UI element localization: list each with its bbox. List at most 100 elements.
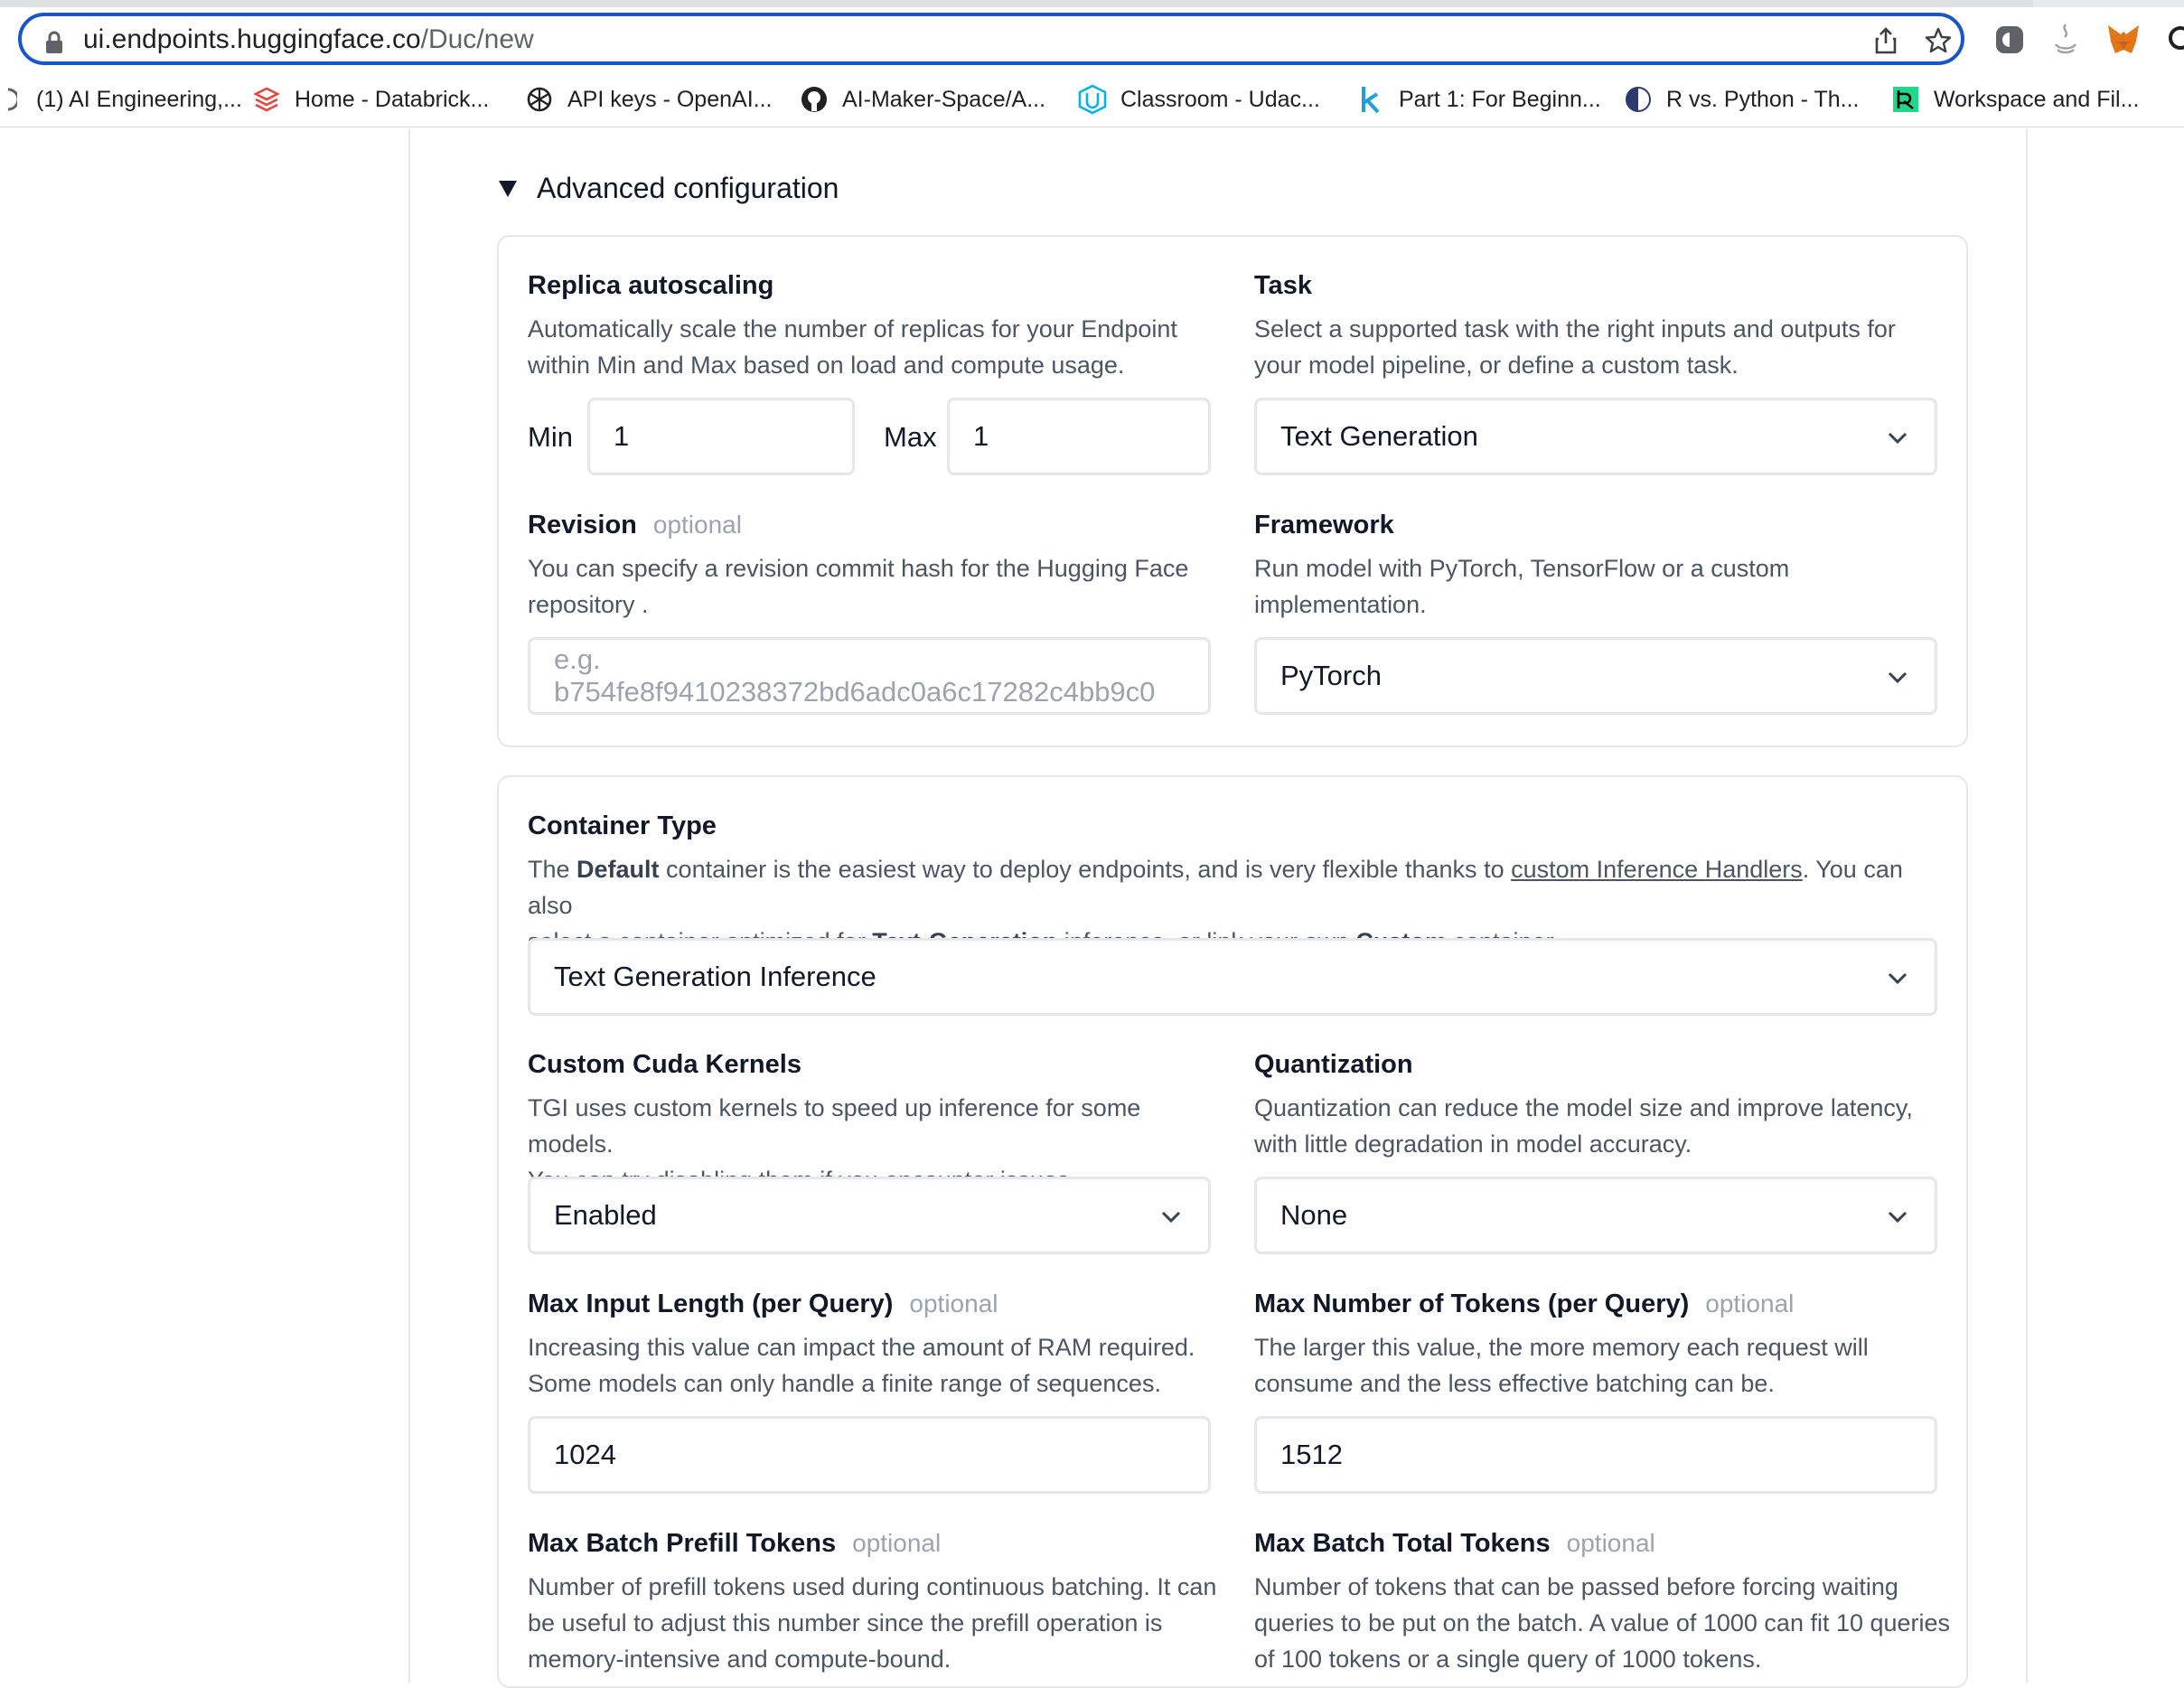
max-label: Max	[884, 421, 937, 453]
bookmark-item[interactable]: (1) AI Engineering,...	[0, 83, 242, 116]
max-number-of-tokens-description: The larger this value, the more memory e…	[1254, 1329, 1959, 1402]
max-number-of-tokens-label-text: Max Number of Tokens (per Query)	[1254, 1289, 1690, 1318]
desc-text: container is the easiest way to deploy e…	[659, 856, 1512, 883]
task-label: Task	[1254, 271, 1312, 300]
max-input-length-label-text: Max Input Length (per Query)	[528, 1289, 894, 1318]
bookmark-label: Part 1: For Beginn...	[1399, 86, 1601, 112]
k-icon	[1355, 84, 1386, 115]
optional-tag: optional	[1705, 1289, 1795, 1318]
desc-line: The Default container is the easiest way…	[528, 851, 1946, 924]
desc-line: consume and the less effective batching …	[1254, 1370, 1775, 1397]
chevron-down-icon	[1161, 1211, 1181, 1224]
url-host: ui.endpoints.huggingface.co	[83, 24, 421, 54]
framework-field: Framework Run model with PyTorch, Tensor…	[1254, 509, 1941, 623]
revision-description: You can specify a revision commit hash f…	[528, 550, 1233, 623]
max-batch-prefill-tokens-field: Max Batch Prefill Tokens optional Number …	[528, 1527, 1242, 1677]
max-input-length-label: Max Input Length (per Query) optional	[528, 1288, 1233, 1320]
desc-line: Number of prefill tokens used during con…	[528, 1573, 1217, 1600]
udacity-icon	[1077, 84, 1108, 115]
advanced-configuration-toggle[interactable]: Advanced configuration	[499, 172, 839, 205]
desc-line: The larger this value, the more memory e…	[1254, 1334, 1869, 1361]
max-batch-total-tokens-label-text: Max Batch Total Tokens	[1254, 1529, 1551, 1558]
container-type-label: Container Type	[528, 811, 717, 840]
container-type-selected-value: Text Generation Inference	[554, 961, 876, 992]
desc-line: Increasing this value can impact the amo…	[528, 1334, 1195, 1361]
workspace-icon	[1890, 84, 1921, 115]
max-input-length-description: Increasing this value can impact the amo…	[528, 1329, 1233, 1402]
desc-bold: Default	[576, 856, 660, 883]
extension-icon[interactable]	[1992, 22, 2028, 58]
metamask-icon[interactable]	[2105, 22, 2142, 58]
desc-line: with little degradation in model accurac…	[1254, 1130, 1692, 1158]
max-input-length-input[interactable]: 1024	[528, 1416, 1211, 1494]
bookmark-label: API keys - OpenAI...	[567, 86, 773, 112]
task-select[interactable]: Text Generation	[1254, 398, 1937, 475]
desc-line: Run model with PyTorch, TensorFlow or a …	[1254, 555, 1790, 582]
max-number-of-tokens-field: Max Number of Tokens (per Query) optional…	[1254, 1288, 1959, 1402]
bookmark-item[interactable]: Home - Databrick...	[251, 83, 489, 116]
desc-line: your model pipeline, or define a custom …	[1254, 352, 1739, 379]
max-replicas-input[interactable]: 1	[947, 398, 1211, 475]
java-icon[interactable]	[2048, 22, 2084, 58]
quantization-field: Quantization Quantization can reduce the…	[1254, 1048, 1959, 1162]
revision-field: Revision optional You can specify a revis…	[528, 509, 1233, 623]
custom-cuda-kernels-selected-value: Enabled	[554, 1199, 657, 1231]
task-field: Task Select a supported task with the ri…	[1254, 269, 1941, 383]
replica-autoscaling-description: Automatically scale the number of replic…	[528, 311, 1214, 383]
lock-icon	[46, 31, 62, 53]
custom-cuda-kernels-select[interactable]: Enabled	[528, 1177, 1211, 1254]
max-replicas-value: 1	[973, 420, 989, 452]
bookmark-star-icon[interactable]	[1923, 25, 1954, 56]
replica-autoscaling-field: Replica autoscaling Automatically scale …	[528, 269, 1214, 383]
framework-label: Framework	[1254, 511, 1394, 539]
bookmark-item[interactable]: Workspace and Fil...	[1890, 83, 2139, 116]
bookmark-item[interactable]: AI-Maker-Space/A...	[799, 83, 1045, 116]
chevron-down-icon	[1888, 1211, 1907, 1224]
framework-select[interactable]: PyTorch	[1254, 637, 1937, 715]
url-text[interactable]: ui.endpoints.huggingface.co/Duc/new	[83, 25, 534, 54]
bookmark-item[interactable]: R vs. Python - Th...	[1623, 83, 1860, 116]
desc-line: memory-intensive and compute-bound.	[528, 1646, 951, 1673]
revision-label: Revision optional	[528, 509, 1233, 541]
max-batch-total-tokens-field: Max Batch Total Tokens optional Number of…	[1254, 1527, 1968, 1677]
bookmark-label: Workspace and Fil...	[1934, 86, 2140, 112]
search-icon[interactable]	[2160, 22, 2184, 58]
quantization-select[interactable]: None	[1254, 1177, 1937, 1254]
max-batch-total-tokens-label: Max Batch Total Tokens optional	[1254, 1527, 1968, 1560]
url-path: /Duc/new	[420, 24, 534, 54]
optional-tag: optional	[909, 1289, 998, 1318]
task-selected-value: Text Generation	[1280, 420, 1478, 452]
bookmark-item[interactable]: API keys - OpenAI...	[524, 83, 772, 116]
bookmark-item[interactable]: Part 1: For Beginn...	[1355, 83, 1601, 116]
min-replicas-value: 1	[614, 420, 630, 452]
task-description: Select a supported task with the right i…	[1254, 311, 1941, 383]
desc-line: within Min and Max based on load and com…	[528, 352, 1125, 379]
page-icon	[0, 84, 23, 115]
desc-text: The	[528, 856, 577, 883]
replica-autoscaling-label: Replica autoscaling	[528, 271, 774, 300]
desc-line: repository .	[528, 591, 649, 618]
github-icon	[799, 84, 830, 115]
chevron-down-icon	[1888, 972, 1907, 985]
tab-strip	[0, 0, 2184, 7]
quantization-label: Quantization	[1254, 1050, 1413, 1079]
chevron-down-icon	[1888, 671, 1907, 684]
max-batch-prefill-tokens-description: Number of prefill tokens used during con…	[528, 1569, 1242, 1677]
max-number-of-tokens-input[interactable]: 1512	[1254, 1416, 1937, 1494]
bookmark-item[interactable]: Classroom - Udac...	[1077, 83, 1320, 116]
desc-line: of 100 tokens or a single query of 1000 …	[1254, 1646, 1762, 1673]
max-input-length-value: 1024	[554, 1439, 616, 1470]
desc-line: be useful to adjust this number since th…	[528, 1609, 1163, 1636]
custom-inference-handlers-link[interactable]: custom Inference Handlers	[1511, 856, 1803, 883]
min-replicas-input[interactable]: 1	[587, 398, 855, 475]
share-icon[interactable]	[1870, 25, 1901, 56]
custom-cuda-kernels-label: Custom Cuda Kernels	[528, 1050, 801, 1079]
framework-selected-value: PyTorch	[1280, 660, 1382, 691]
revision-placeholder: e.g. b754fe8f9410238372bd6adc0a6c17282c4…	[554, 643, 1156, 708]
databricks-icon	[251, 84, 282, 115]
container-type-select[interactable]: Text Generation Inference	[528, 938, 1937, 1016]
r-vs-python-icon	[1623, 84, 1654, 115]
revision-input[interactable]: e.g. b754fe8f9410238372bd6adc0a6c17282c4…	[528, 637, 1211, 715]
optional-tag: optional	[652, 511, 742, 539]
address-bar[interactable]: ui.endpoints.huggingface.co/Duc/new	[18, 13, 1964, 65]
